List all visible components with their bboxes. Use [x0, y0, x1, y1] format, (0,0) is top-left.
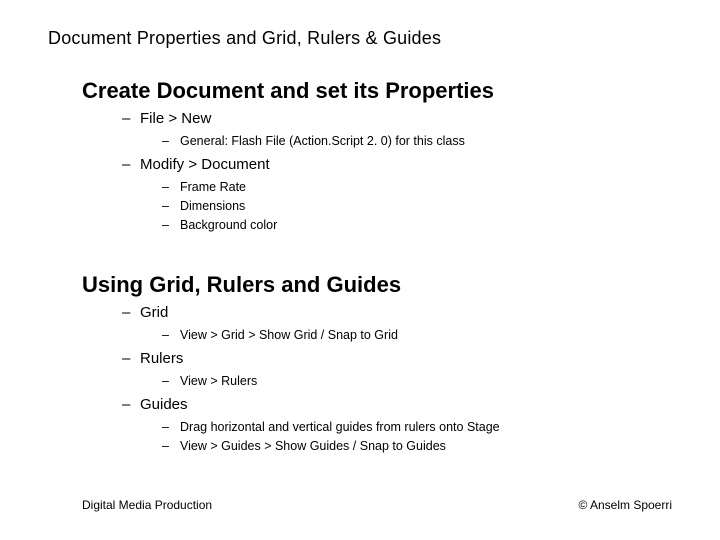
slide: Document Properties and Grid, Rulers & G…: [0, 0, 720, 540]
subbullet-label: View > Rulers: [180, 374, 257, 388]
subbullet-dimensions: –Dimensions: [162, 199, 245, 213]
dash-icon: –: [162, 374, 180, 388]
subbullet-label: General: Flash File (Action.Script 2. 0)…: [180, 134, 465, 148]
dash-icon: –: [122, 304, 140, 321]
dash-icon: –: [122, 156, 140, 173]
subbullet-drag-guides: –Drag horizontal and vertical guides fro…: [162, 420, 500, 434]
section-heading-1: Create Document and set its Properties: [82, 78, 494, 104]
subbullet-label: Drag horizontal and vertical guides from…: [180, 420, 500, 434]
bullet-modify-document: –Modify > Document: [122, 156, 270, 173]
subbullet-frame-rate: –Frame Rate: [162, 180, 246, 194]
dash-icon: –: [122, 110, 140, 127]
bullet-label: File > New: [140, 110, 211, 127]
subbullet-view-guides: –View > Guides > Show Guides / Snap to G…: [162, 439, 446, 453]
bullet-file-new: –File > New: [122, 110, 211, 127]
slide-title: Document Properties and Grid, Rulers & G…: [48, 28, 441, 49]
subbullet-label: View > Guides > Show Guides / Snap to Gu…: [180, 439, 446, 453]
subbullet-label: View > Grid > Show Grid / Snap to Grid: [180, 328, 398, 342]
bullet-guides: –Guides: [122, 396, 188, 413]
subbullet-label: Background color: [180, 218, 277, 232]
subbullet-label: Dimensions: [180, 199, 245, 213]
subbullet-view-grid: –View > Grid > Show Grid / Snap to Grid: [162, 328, 398, 342]
footer-right: © Anselm Spoerri: [578, 498, 672, 512]
dash-icon: –: [162, 218, 180, 232]
bullet-label: Rulers: [140, 350, 183, 367]
footer-left: Digital Media Production: [82, 498, 212, 512]
dash-icon: –: [162, 328, 180, 342]
dash-icon: –: [122, 350, 140, 367]
dash-icon: –: [162, 180, 180, 194]
bullet-label: Grid: [140, 304, 168, 321]
section-heading-2: Using Grid, Rulers and Guides: [82, 272, 401, 298]
subbullet-general-flash: –General: Flash File (Action.Script 2. 0…: [162, 134, 465, 148]
bullet-grid: –Grid: [122, 304, 168, 321]
subbullet-label: Frame Rate: [180, 180, 246, 194]
dash-icon: –: [162, 439, 180, 453]
bullet-label: Modify > Document: [140, 156, 270, 173]
dash-icon: –: [122, 396, 140, 413]
dash-icon: –: [162, 134, 180, 148]
dash-icon: –: [162, 420, 180, 434]
subbullet-view-rulers: –View > Rulers: [162, 374, 257, 388]
subbullet-background-color: –Background color: [162, 218, 277, 232]
bullet-label: Guides: [140, 396, 188, 413]
dash-icon: –: [162, 199, 180, 213]
bullet-rulers: –Rulers: [122, 350, 183, 367]
